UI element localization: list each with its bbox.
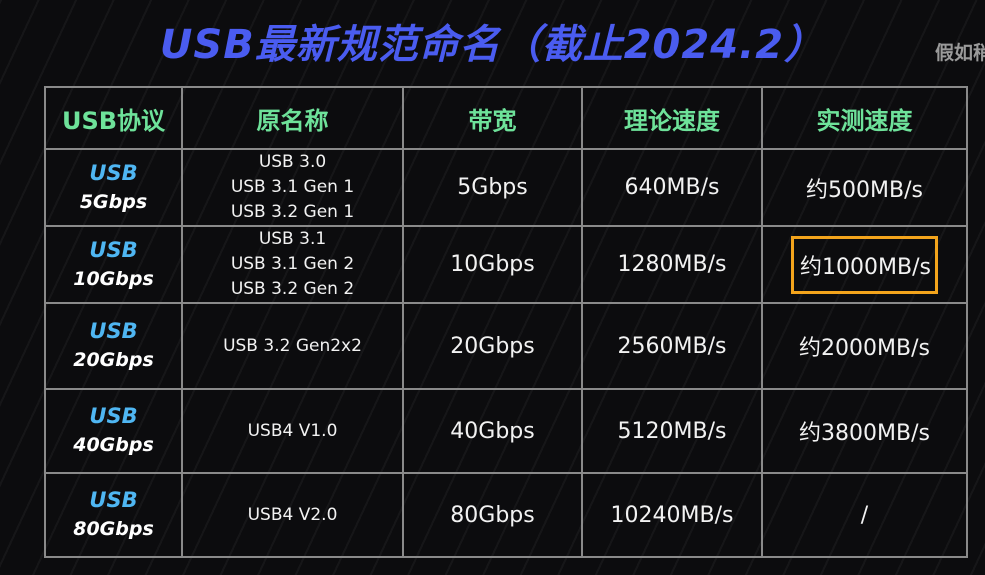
table-header-row: USB协议 原名称 带宽 理论速度 实测速度 <box>44 86 968 150</box>
theoretical-speed-cell: 5120MB/s <box>581 388 763 474</box>
header-protocol: USB协议 <box>44 86 183 150</box>
protocol-speed: 80Gbps <box>73 518 154 540</box>
table-row: USB 80Gbps USB4 V2.0 80Gbps 10240MB/s / <box>44 472 968 558</box>
original-name: USB 3.2 Gen 1 <box>230 202 355 222</box>
protocol-cell: USB 20Gbps <box>44 302 183 390</box>
page-title: USB最新规范命名（截止2024.2） <box>159 22 826 68</box>
table-row: USB 20Gbps USB 3.2 Gen2x2 20Gbps 2560MB/… <box>44 302 968 390</box>
protocol-cell: USB 10Gbps <box>44 225 183 304</box>
protocol-cell: USB 40Gbps <box>44 388 183 474</box>
original-name-cell: USB4 V2.0 <box>181 472 404 558</box>
protocol-label: USB <box>89 237 138 262</box>
protocol-speed: 20Gbps <box>73 349 154 371</box>
protocol-label: USB <box>89 404 138 428</box>
table-row: USB 10Gbps USB 3.1 USB 3.1 Gen 2 USB 3.2… <box>44 225 968 304</box>
measured-speed-cell: / <box>761 472 968 558</box>
protocol-speed: 5Gbps <box>79 190 148 213</box>
original-name: USB 3.0 <box>258 152 327 172</box>
original-name-cell: USB 3.0 USB 3.1 Gen 1 USB 3.2 Gen 1 <box>181 148 404 227</box>
usb-spec-table: USB协议 原名称 带宽 理论速度 实测速度 USB 5Gbps USB 3.0… <box>44 86 968 558</box>
header-original-name: 原名称 <box>181 86 404 150</box>
theoretical-speed-cell: 1280MB/s <box>581 225 763 304</box>
original-name-cell: USB 3.2 Gen2x2 <box>181 302 404 390</box>
bandwidth-cell: 20Gbps <box>402 302 583 390</box>
measured-speed-cell: 约3800MB/s <box>761 388 968 474</box>
bandwidth-cell: 80Gbps <box>402 472 583 558</box>
original-name: USB4 V1.0 <box>247 420 338 441</box>
original-name: USB 3.2 Gen2x2 <box>223 335 362 356</box>
protocol-label: USB <box>89 160 138 185</box>
header-measured-speed: 实测速度 <box>761 86 968 150</box>
protocol-cell: USB 5Gbps <box>44 148 183 227</box>
original-name-cell: USB 3.1 USB 3.1 Gen 2 USB 3.2 Gen 2 <box>181 225 404 304</box>
bandwidth-cell: 10Gbps <box>402 225 583 304</box>
measured-speed-cell: 约500MB/s <box>761 148 968 227</box>
measured-speed-cell: 约2000MB/s <box>761 302 968 390</box>
original-name: USB 3.1 Gen 1 <box>230 177 355 197</box>
original-name-cell: USB4 V1.0 <box>181 388 404 474</box>
header-theoretical-speed: 理论速度 <box>581 86 763 150</box>
bandwidth-cell: 40Gbps <box>402 388 583 474</box>
bandwidth-cell: 5Gbps <box>402 148 583 227</box>
highlight-box: 约1000MB/s <box>791 235 938 294</box>
theoretical-speed-cell: 10240MB/s <box>581 472 763 558</box>
header-bandwidth: 带宽 <box>402 86 583 150</box>
protocol-cell: USB 80Gbps <box>44 472 183 558</box>
protocol-label: USB <box>89 488 138 512</box>
table-row: USB 5Gbps USB 3.0 USB 3.1 Gen 1 USB 3.2 … <box>44 148 968 227</box>
measured-speed-cell: 约1000MB/s <box>761 225 968 304</box>
protocol-speed: 10Gbps <box>73 267 154 290</box>
original-name: USB 3.1 <box>258 229 327 249</box>
original-name: USB 3.2 Gen 2 <box>230 279 355 299</box>
corner-text: 假如稍 <box>935 42 985 64</box>
protocol-speed: 40Gbps <box>73 434 154 456</box>
theoretical-speed-cell: 640MB/s <box>581 148 763 227</box>
table-row: USB 40Gbps USB4 V1.0 40Gbps 5120MB/s 约38… <box>44 388 968 474</box>
theoretical-speed-cell: 2560MB/s <box>581 302 763 390</box>
original-name: USB4 V2.0 <box>247 504 338 525</box>
protocol-label: USB <box>89 319 138 343</box>
original-name: USB 3.1 Gen 2 <box>230 254 355 274</box>
